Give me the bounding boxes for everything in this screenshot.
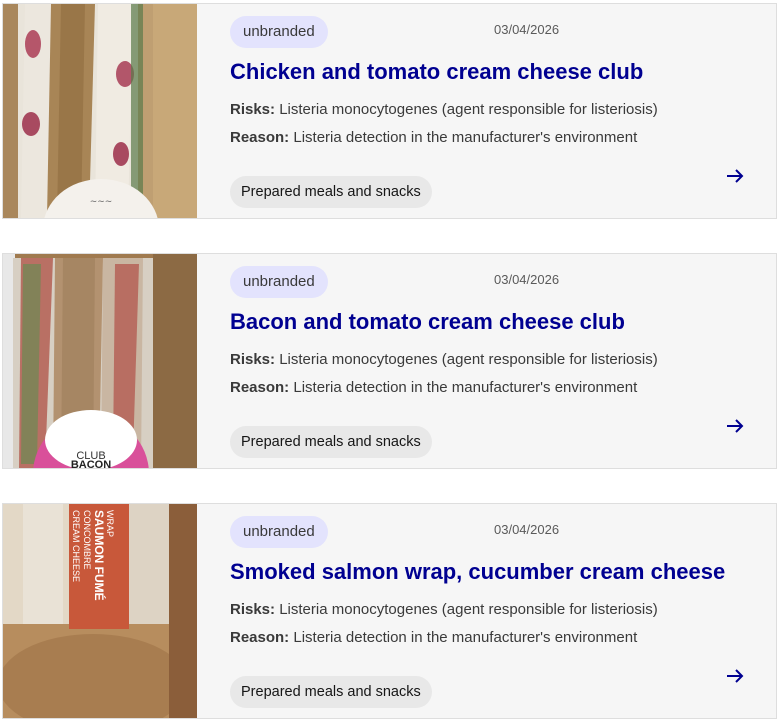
photo-text: SAUMON FUMÉ <box>92 510 107 601</box>
reason-line: Reason: Listeria detection in the manufa… <box>230 379 637 396</box>
recall-date: 03/04/2026 <box>494 522 560 537</box>
reason-line: Reason: Listeria detection in the manufa… <box>230 129 637 146</box>
product-title[interactable]: Chicken and tomato cream cheese club <box>230 59 643 85</box>
salmon-wrap-photo: WRAP SAUMON FUMÉ CONCOMBRE CREAM CHEESE <box>3 504 197 718</box>
reason-text: Listeria detection in the manufacturer's… <box>293 379 638 396</box>
svg-text:~~~: ~~~ <box>90 197 113 207</box>
risks-line: Risks: Listeria monocytogenes (agent res… <box>230 601 658 618</box>
risks-label: Risks: <box>230 601 276 618</box>
bacon-sandwich-photo: CLUB BACON <box>3 254 197 468</box>
reason-label: Reason: <box>230 629 290 646</box>
risks-text: Listeria monocytogenes (agent responsibl… <box>279 351 658 368</box>
reason-label: Reason: <box>230 379 290 396</box>
category-tag: Prepared meals and snacks <box>230 676 432 708</box>
recall-date: 03/04/2026 <box>494 22 560 37</box>
photo-text: BACON <box>71 459 111 468</box>
recall-card[interactable]: CLUB BACON unbranded 03/04/2026 Bacon an… <box>2 253 777 469</box>
category-tag: Prepared meals and snacks <box>230 176 432 208</box>
brand-badge: unbranded <box>230 16 328 48</box>
chicken-sandwich-photo: ~~~ <box>3 4 197 218</box>
photo-text: CREAM CHEESE <box>71 510 81 582</box>
recall-list: ~~~ unbranded 03/04/2026 Chicken and tom… <box>0 0 782 724</box>
arrow-right-icon[interactable] <box>725 666 745 686</box>
recall-card[interactable]: ~~~ unbranded 03/04/2026 Chicken and tom… <box>2 3 777 219</box>
product-title[interactable]: Bacon and tomato cream cheese club <box>230 309 625 335</box>
recall-card[interactable]: WRAP SAUMON FUMÉ CONCOMBRE CREAM CHEESE … <box>2 503 777 719</box>
risks-text: Listeria monocytogenes (agent responsibl… <box>279 101 658 118</box>
reason-text: Listeria detection in the manufacturer's… <box>293 629 638 646</box>
risks-label: Risks: <box>230 101 276 118</box>
brand-badge: unbranded <box>230 266 328 298</box>
risks-text: Listeria monocytogenes (agent responsibl… <box>279 601 658 618</box>
risks-line: Risks: Listeria monocytogenes (agent res… <box>230 101 658 118</box>
reason-label: Reason: <box>230 129 290 146</box>
recall-date: 03/04/2026 <box>494 272 560 287</box>
risks-label: Risks: <box>230 351 276 368</box>
arrow-right-icon[interactable] <box>725 166 745 186</box>
photo-text: CONCOMBRE <box>82 510 92 570</box>
arrow-right-icon[interactable] <box>725 416 745 436</box>
reason-line: Reason: Listeria detection in the manufa… <box>230 629 637 646</box>
brand-badge: unbranded <box>230 516 328 548</box>
product-title[interactable]: Smoked salmon wrap, cucumber cream chees… <box>230 559 725 585</box>
risks-line: Risks: Listeria monocytogenes (agent res… <box>230 351 658 368</box>
reason-text: Listeria detection in the manufacturer's… <box>293 129 638 146</box>
category-tag: Prepared meals and snacks <box>230 426 432 458</box>
